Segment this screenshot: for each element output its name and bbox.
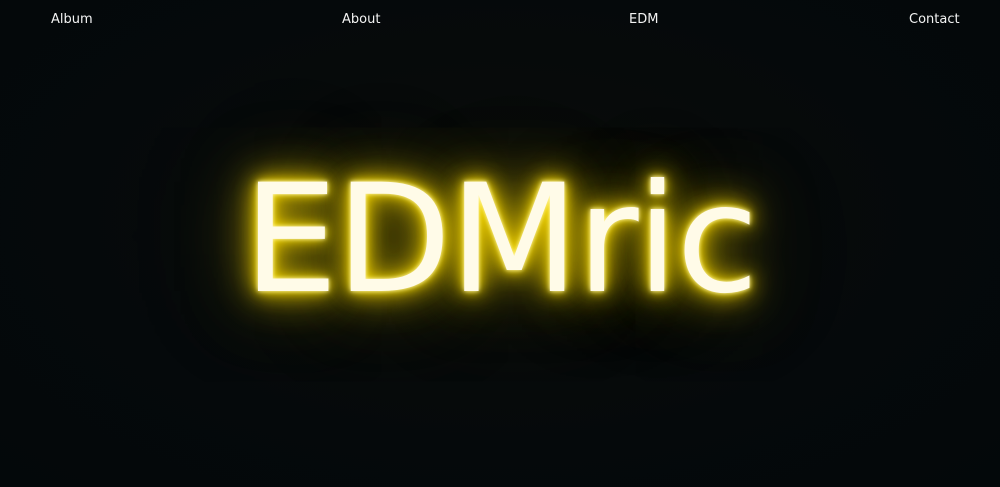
top-nav: Album About EDM Contact (0, 0, 1000, 40)
nav-link-contact[interactable]: Contact (909, 12, 960, 28)
nav-link-edm[interactable]: EDM (629, 12, 658, 28)
hero-title-neon: EDMric (243, 153, 759, 327)
nav-link-about[interactable]: About (342, 12, 380, 28)
page: Album About EDM Contact EDMric (0, 0, 1000, 487)
hero-section: EDMric (0, 150, 1000, 330)
nav-link-album[interactable]: Album (51, 12, 93, 28)
